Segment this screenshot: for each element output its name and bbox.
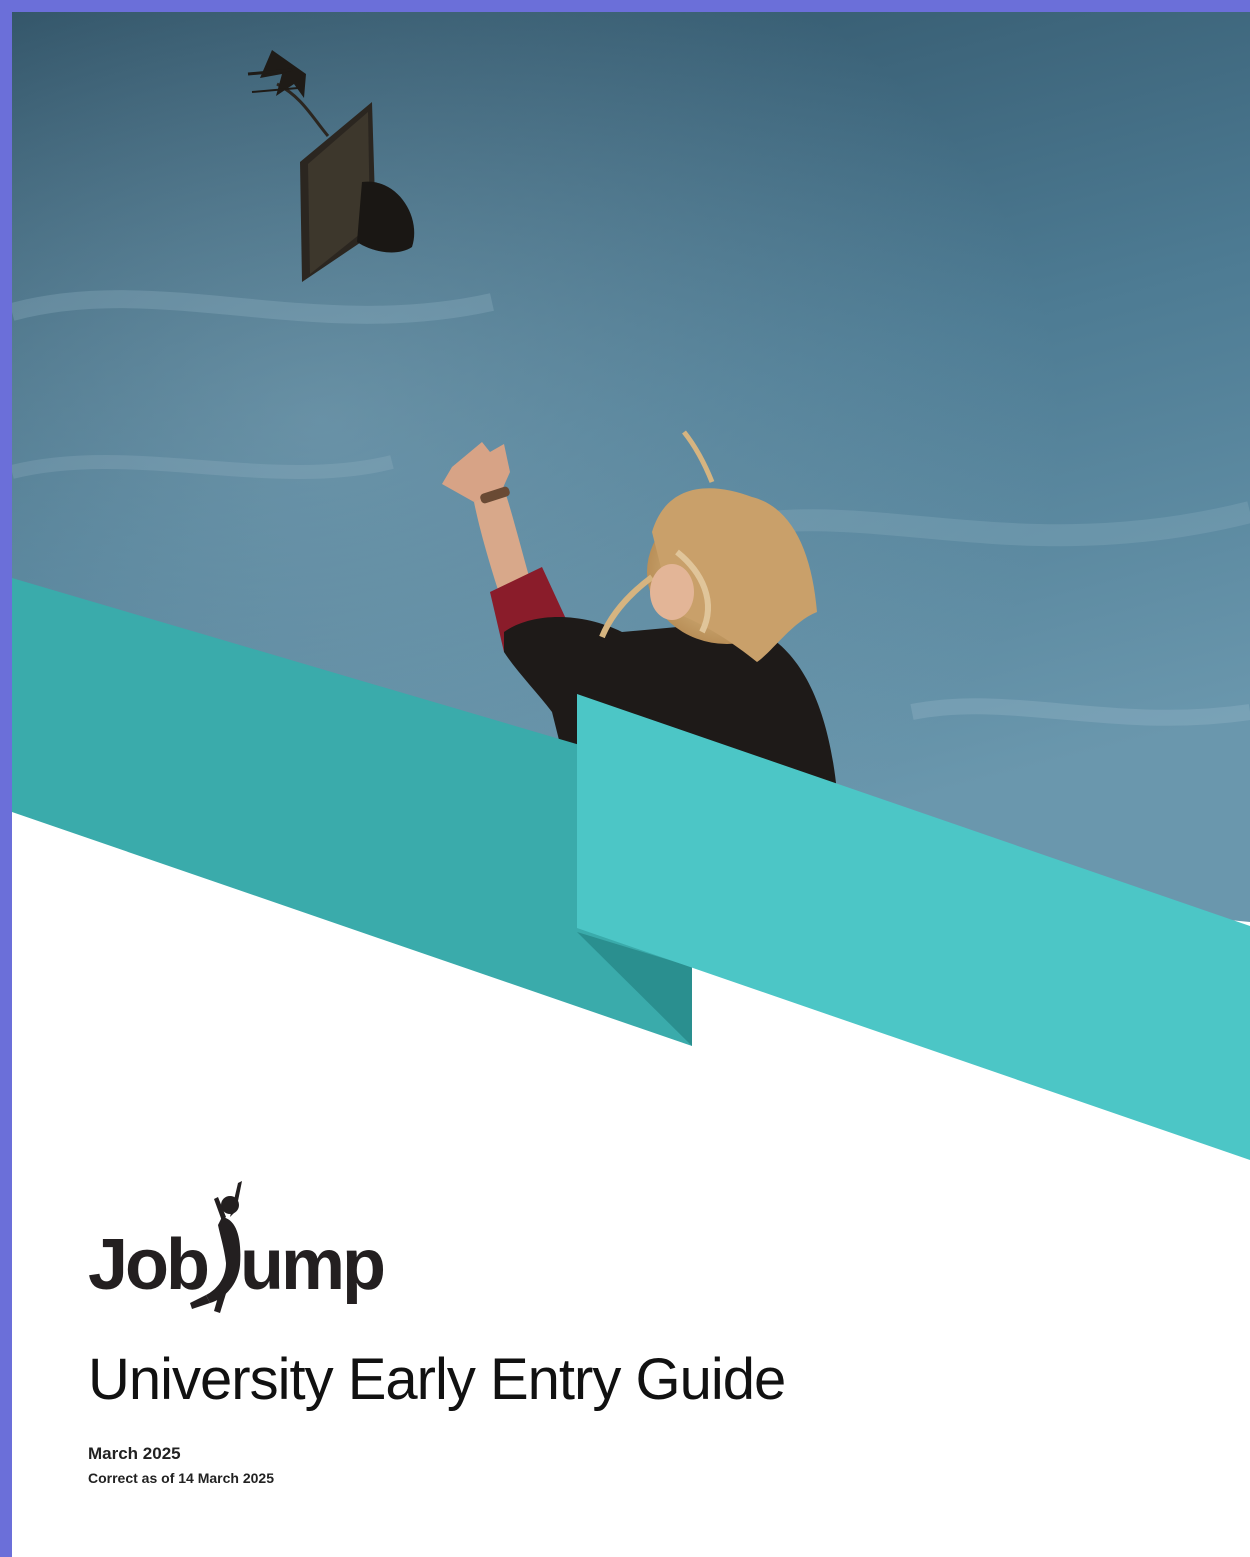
publication-date: March 2025 — [88, 1444, 181, 1463]
correct-as-of-note: Correct as of 14 March 2025 — [88, 1470, 274, 1486]
page-frame-left — [0, 0, 12, 1557]
page-frame-top — [0, 0, 1250, 12]
cover-photo — [12, 12, 1250, 1160]
logo-text-ump: ump — [240, 1225, 386, 1305]
cover-page: Job ump University Early Entry Guide Mar… — [12, 12, 1250, 1557]
jobjump-logo: Job ump — [88, 1177, 408, 1317]
guide-title: University Early Entry Guide — [88, 1347, 786, 1412]
